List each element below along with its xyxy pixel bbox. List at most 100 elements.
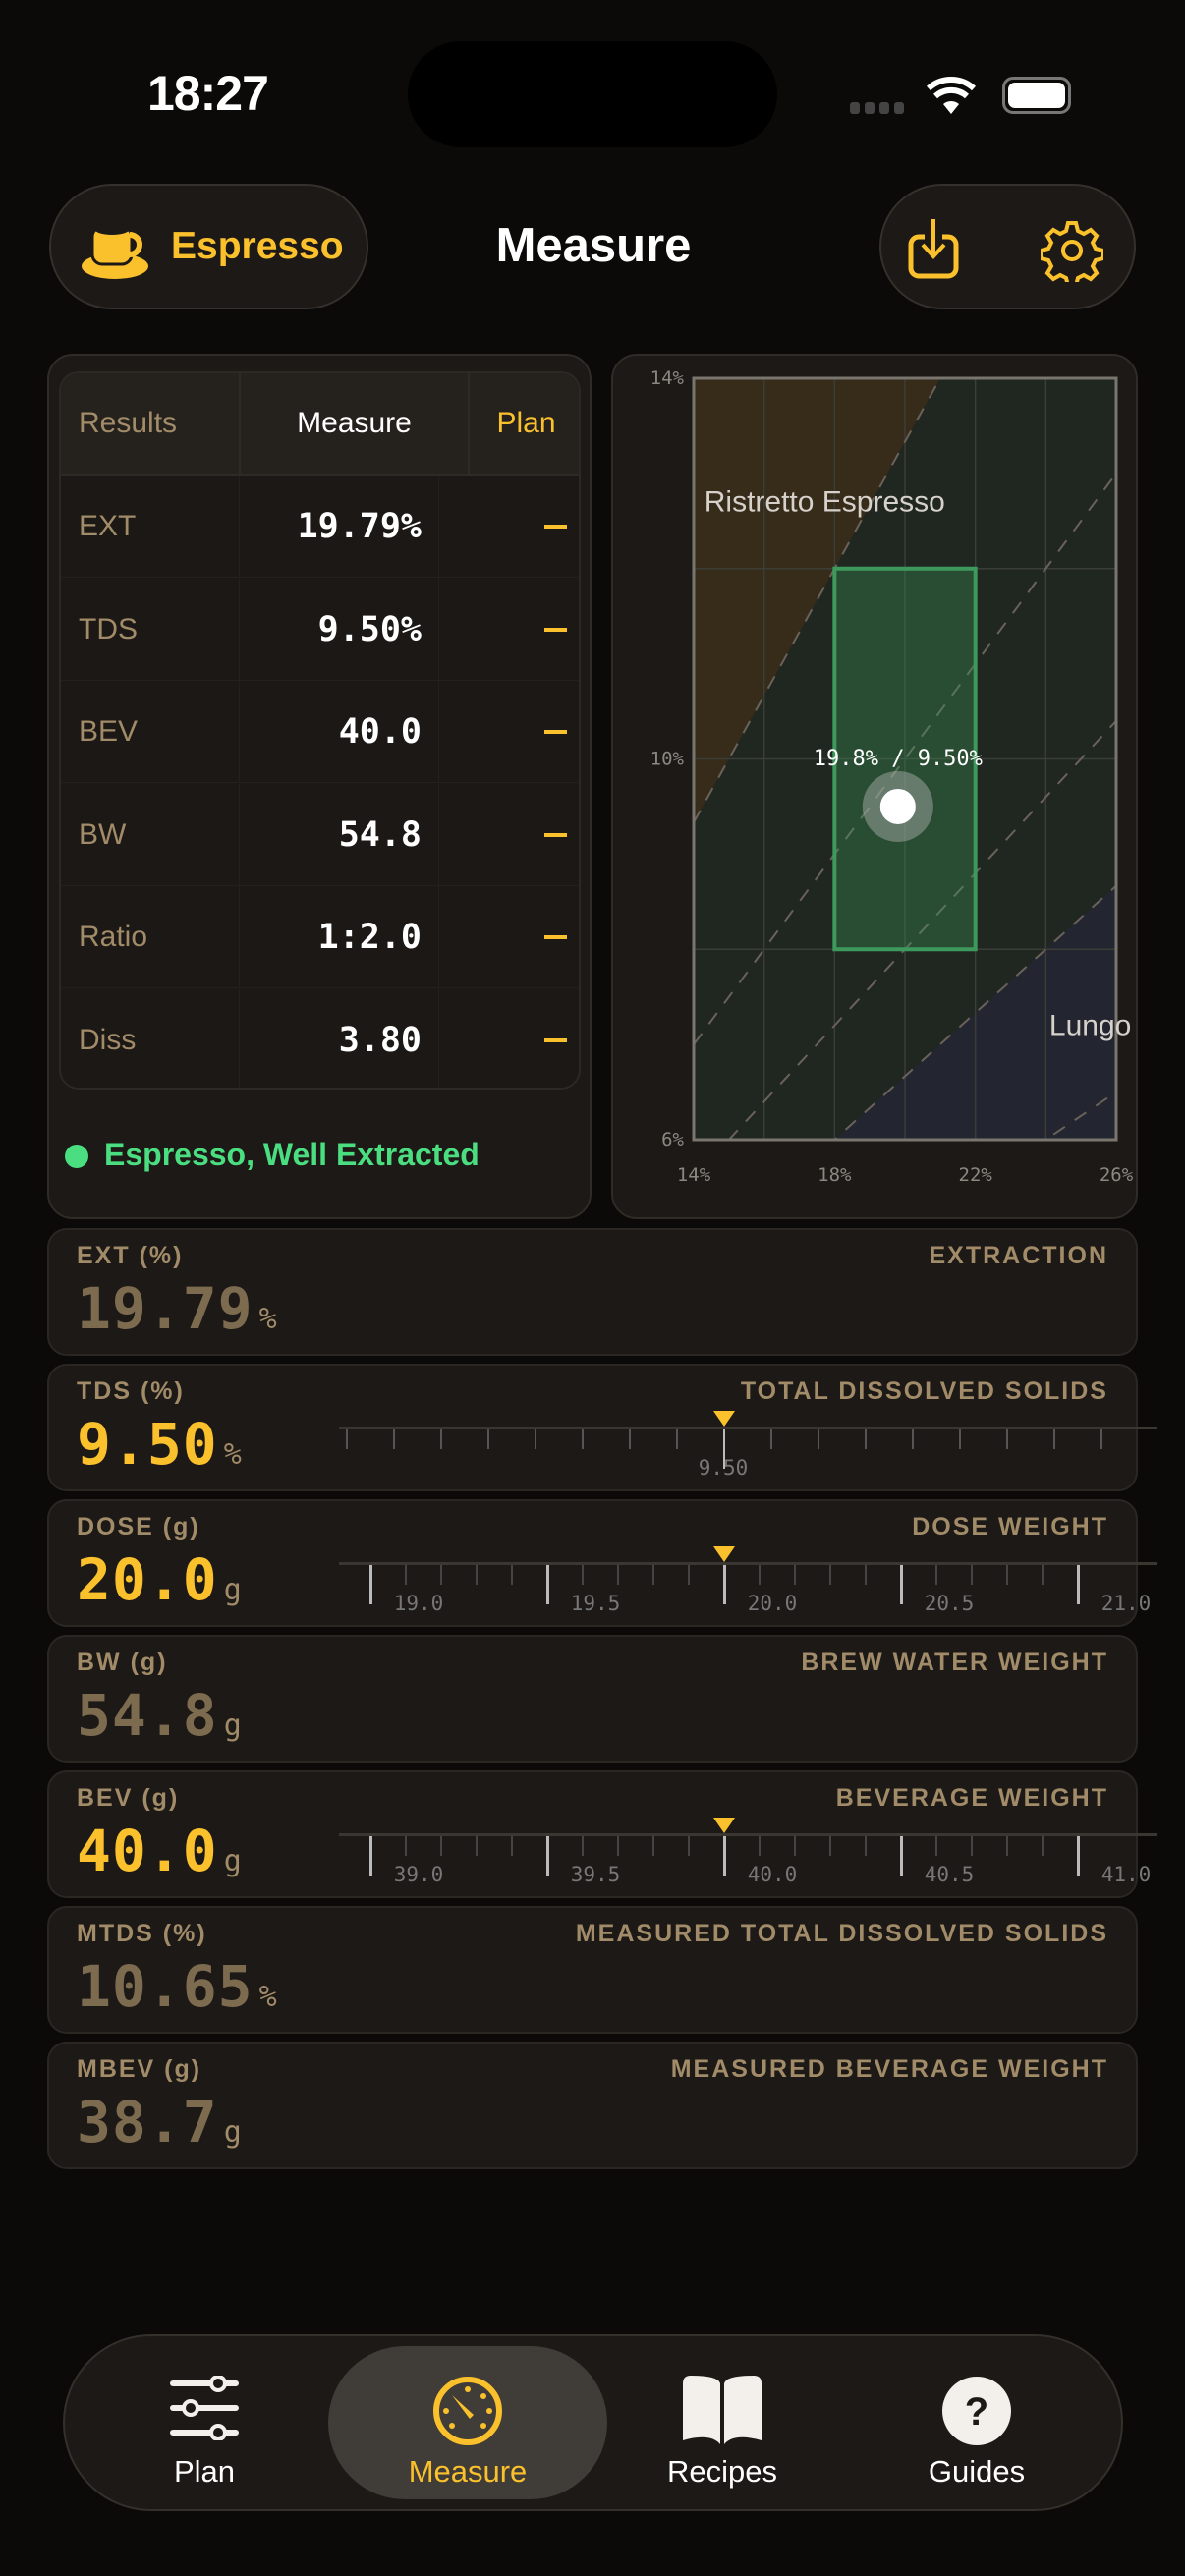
slider-tick	[794, 1565, 796, 1585]
card-value[interactable]: 40.0 g	[77, 1818, 243, 1884]
header-plan[interactable]: Plan	[470, 373, 579, 474]
x-tick-label: 22%	[959, 1164, 993, 1186]
slider-tick	[935, 1565, 937, 1585]
brew-method-label: Espresso	[171, 225, 344, 267]
row-label: EXT	[79, 510, 137, 542]
tab-guides[interactable]: ? Guides	[837, 2346, 1116, 2499]
table-header: Results Measure Plan	[61, 373, 579, 476]
card-label: TDS (%)	[77, 1377, 185, 1405]
slider-tick-label: 39.5	[570, 1863, 621, 1886]
input-card-bev[interactable]: BEV (g) BEVERAGE WEIGHT 40.0 g 39.0 39.5 40.…	[47, 1770, 1157, 1898]
card-value: 54.8 g	[77, 1682, 243, 1749]
row-label: Diss	[79, 1023, 137, 1056]
card-description: MEASURED BEVERAGE WEIGHT	[670, 2055, 1108, 2083]
slider-tick	[818, 1429, 819, 1449]
slider-tick	[617, 1836, 619, 1856]
input-card-tds[interactable]: TDS (%) TOTAL DISSOLVED SOLIDS 9.50% 9.50	[47, 1364, 1157, 1491]
slider-thumb-marker[interactable]	[713, 1546, 735, 1562]
y-tick-label: 6%	[661, 1129, 684, 1150]
slider-tick	[629, 1429, 631, 1449]
extraction-chart[interactable]: 14% 10% 6% 14% 18% 22% 26% Ristretto Espresso Lu…	[613, 356, 1138, 1219]
slider-tick-label: 9.50	[698, 1456, 749, 1480]
slider-tick	[405, 1836, 407, 1856]
input-card-mtds: MTDS (%) MEASURED TOTAL DISSOLVED SOLIDS…	[47, 1906, 1138, 2034]
table-row: TDS 9.50%	[61, 578, 579, 681]
status-dot	[65, 1145, 88, 1168]
slider-tick	[652, 1836, 654, 1856]
gear-icon[interactable]	[1041, 219, 1103, 282]
slider-tick-label: 40.0	[747, 1863, 798, 1886]
header-measure[interactable]: Measure	[239, 373, 470, 474]
export-icon[interactable]	[905, 217, 964, 280]
tab-label: Plan	[173, 2454, 236, 2489]
slider-tick	[829, 1565, 831, 1585]
brew-method-button[interactable]: Espresso	[49, 184, 368, 309]
y-tick-label: 14%	[650, 367, 685, 389]
card-value: 10.65%	[77, 1953, 278, 2020]
card-value: 19.79%	[77, 1275, 278, 1342]
card-description: BEVERAGE WEIGHT	[835, 1784, 1108, 1812]
slider-tick	[1042, 1836, 1044, 1856]
slider-tick-label: 40.5	[924, 1863, 975, 1886]
slider-track[interactable]	[339, 1562, 1157, 1565]
slider-tick	[1100, 1429, 1102, 1449]
row-measure-value: 19.79%	[297, 507, 422, 546]
slider-tick	[346, 1429, 348, 1449]
region-label-lungo: Lungo	[1049, 1009, 1131, 1041]
slider-tick-label: 21.0	[1100, 1592, 1152, 1615]
region-label-ristretto: Ristretto Espresso	[705, 486, 945, 519]
input-card-ext: EXT (%) EXTRACTION 19.79%	[47, 1228, 1138, 1356]
slider-tick	[405, 1565, 407, 1585]
slider-tick	[652, 1565, 654, 1585]
dynamic-island	[408, 41, 777, 147]
row-plan-empty	[544, 832, 567, 837]
header-results: Results	[79, 407, 178, 439]
card-label: BEV (g)	[77, 1784, 180, 1812]
question-circle-icon: ?	[942, 2377, 1011, 2445]
slider-tick	[440, 1429, 442, 1449]
slider-tick-label: 39.0	[393, 1863, 444, 1886]
slider-tick	[440, 1836, 442, 1856]
wifi-icon	[926, 77, 977, 114]
row-plan-empty	[544, 627, 567, 632]
sliders-icon	[170, 2376, 239, 2440]
slider-track[interactable]	[339, 1427, 1157, 1429]
data-point	[879, 788, 916, 824]
results-table: Results Measure Plan EXT 19.79% TDS 9.50…	[59, 371, 581, 1090]
input-card-dose[interactable]: DOSE (g) DOSE WEIGHT 20.0 g 19.0 19.5 20.0 20…	[47, 1499, 1157, 1627]
tab-recipes[interactable]: Recipes	[583, 2346, 862, 2499]
tab-plan[interactable]: Plan	[65, 2346, 344, 2499]
signal-icon	[850, 102, 909, 114]
slider-thumb-marker[interactable]	[713, 1818, 735, 1833]
slider-track[interactable]	[339, 1833, 1157, 1836]
card-label: BW (g)	[77, 1649, 168, 1676]
point-label: 19.8% / 9.50%	[814, 747, 983, 771]
table-row: Diss 3.80	[61, 988, 579, 1088]
coffee-cup-icon	[82, 223, 148, 279]
slider-tick	[865, 1429, 867, 1449]
slider-tick	[759, 1836, 761, 1856]
table-row: Ratio 1:2.0	[61, 886, 579, 988]
card-label: MBEV (g)	[77, 2055, 202, 2083]
slider-tick	[1006, 1429, 1008, 1449]
slider-tick	[617, 1565, 619, 1585]
slider-tick	[582, 1836, 584, 1856]
row-measure-value: 9.50%	[317, 609, 422, 649]
slider-tick	[582, 1565, 584, 1585]
slider-tick	[440, 1565, 442, 1585]
svg-text:?: ?	[965, 2390, 988, 2434]
slider-tick-label: 19.5	[570, 1592, 621, 1615]
slider-thumb-marker[interactable]	[713, 1411, 735, 1427]
slider-tick	[959, 1429, 961, 1449]
card-value[interactable]: 20.0 g	[77, 1546, 243, 1613]
x-tick-label: 18%	[818, 1164, 852, 1186]
tab-label: Guides	[928, 2454, 1026, 2489]
slider-tick-label: 19.0	[393, 1592, 444, 1615]
status-time: 18:27	[147, 66, 269, 121]
row-label: TDS	[79, 612, 138, 645]
card-value[interactable]: 9.50%	[77, 1411, 243, 1478]
tab-measure[interactable]: Measure	[328, 2346, 607, 2499]
x-tick-label: 26%	[1100, 1164, 1134, 1186]
slider-tick	[759, 1565, 761, 1585]
slider-tick	[535, 1429, 536, 1449]
